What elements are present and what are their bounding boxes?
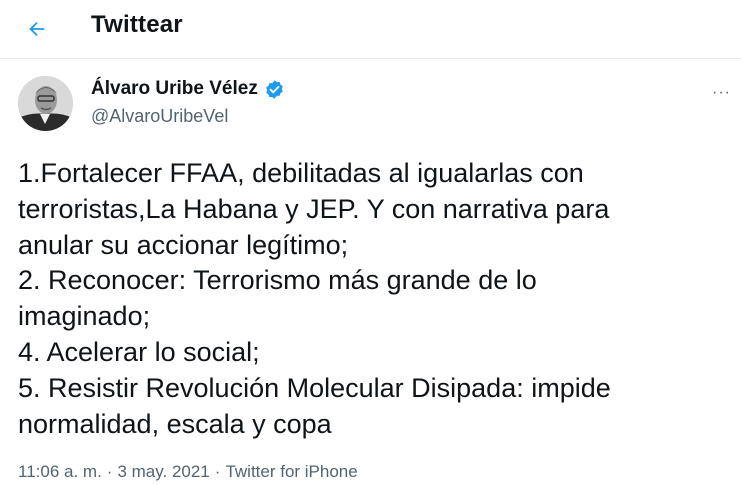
meta-separator: ·	[214, 462, 221, 481]
avatar-portrait	[18, 76, 73, 131]
tweet-text: 1.Fortalecer FFAA, debilitadas al iguala…	[18, 158, 611, 439]
page-title: Twittear	[91, 11, 183, 38]
tweet-meta: 11:06 a. m. · 3 may. 2021 · Twitter for …	[18, 462, 358, 482]
more-options-button[interactable]: ···	[712, 84, 731, 102]
top-bar: Twittear	[0, 0, 741, 59]
verified-badge-icon	[266, 79, 283, 99]
author-name[interactable]: Álvaro Uribe Vélez	[91, 78, 258, 100]
tweet-time[interactable]: 11:06 a. m.	[18, 462, 102, 482]
author-handle[interactable]: @AlvaroUribeVel	[91, 106, 228, 127]
author-name-row[interactable]: Álvaro Uribe Vélez	[91, 78, 285, 100]
meta-separator: ·	[106, 462, 113, 481]
tweet-source[interactable]: Twitter for iPhone	[225, 462, 357, 482]
tweet-date[interactable]: 3 may. 2021	[117, 462, 209, 482]
avatar[interactable]	[18, 76, 73, 131]
arrow-left-icon	[29, 21, 45, 37]
back-button[interactable]	[20, 12, 54, 46]
